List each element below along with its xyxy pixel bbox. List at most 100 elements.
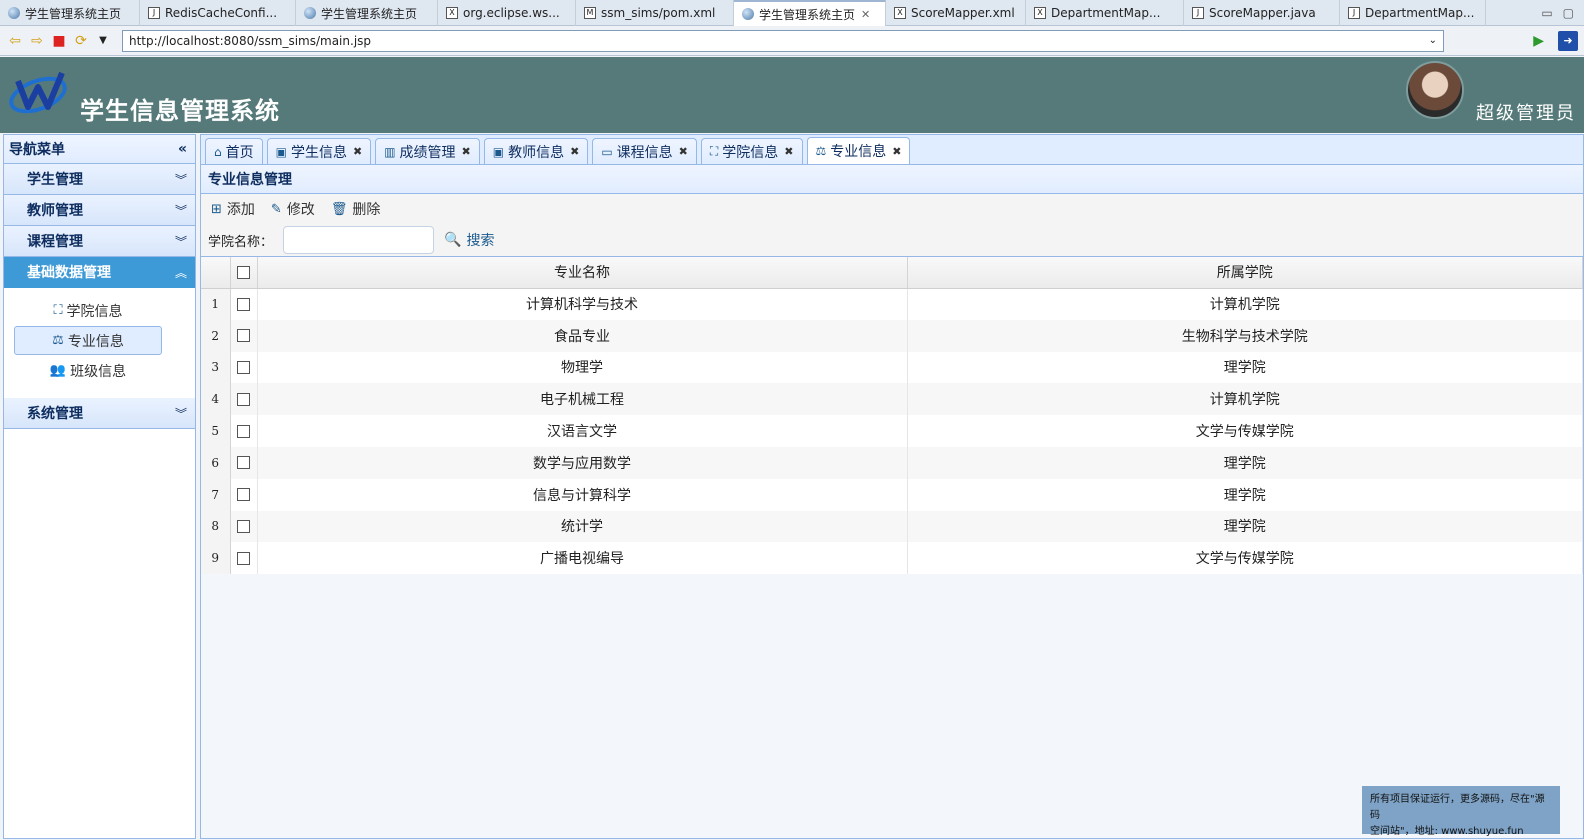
sidebar-group-system[interactable]: 系统管理 ︾ [4, 398, 195, 429]
delete-button[interactable]: 🗑 删除 [331, 199, 381, 219]
close-icon[interactable]: ✖ [462, 145, 471, 158]
editor-tab[interactable]: J ScoreMapper.java [1184, 0, 1340, 26]
close-icon[interactable]: ✖ [784, 145, 793, 158]
tab-college-info[interactable]: ⛶ 学院信息 ✖ [700, 138, 803, 164]
search-label: 学院名称： [208, 234, 274, 250]
xml-file-icon: X [1034, 7, 1046, 19]
avatar[interactable] [1406, 61, 1464, 119]
editor-tab[interactable]: J DepartmentMap... [1340, 0, 1486, 26]
tab-score[interactable]: ▥ 成绩管理 ✖ [375, 138, 480, 164]
close-icon[interactable]: ✖ [353, 145, 362, 158]
major-name-cell: 电子机械工程 [257, 383, 908, 416]
sidebar-group-student[interactable]: 学生管理 ︾ [4, 164, 195, 195]
row-checkbox[interactable] [237, 456, 250, 470]
editor-tab[interactable]: Xorg.eclipse.ws... [438, 0, 576, 26]
table-row[interactable]: 3 物理学 理学院 [201, 351, 1583, 384]
select-all-checkbox[interactable] [237, 265, 250, 279]
user-role: 超级管理员 [1476, 103, 1576, 124]
editor-tab[interactable]: X DepartmentMap... [1026, 0, 1184, 26]
college-cell: 计算机学院 [907, 383, 1583, 416]
bar-chart-icon: ▥ [384, 144, 396, 159]
add-button[interactable]: ⊞ 添加 [211, 199, 255, 219]
refresh-icon[interactable]: ⟳ [72, 32, 90, 50]
search-bar: 学院名称： 🔍 搜索 [200, 224, 1584, 256]
major-name-cell: 广播电视编导 [257, 542, 908, 575]
watermark-line: 所有项目保证运行，更多源码，尽在"源码 [1370, 794, 1545, 821]
main-area: ⌂ 首页 ▣ 学生信息 ✖ ▥ 成绩管理 ✖ ▣ 教师信息 ✖ ▭ 课程信息 ✖ ⛶ 学院信息 ✖ ⚖… [200, 134, 1584, 839]
college-name-input[interactable] [283, 226, 435, 254]
collapse-icon[interactable]: « [178, 141, 187, 157]
tab-student-info[interactable]: ▣ 学生信息 ✖ [266, 138, 372, 164]
tab-home[interactable]: ⌂ 首页 [205, 138, 263, 164]
row-checkbox[interactable] [237, 551, 250, 565]
chevron-down-icon: ︾ [174, 203, 187, 218]
back-icon[interactable]: ⇦ [6, 32, 24, 50]
logo-icon [9, 71, 67, 114]
maximize-icon[interactable]: ▢ [1563, 6, 1574, 20]
row-checkbox[interactable] [237, 519, 250, 533]
users-icon: 👥 [49, 363, 67, 378]
dropdown-icon[interactable]: ▼ [94, 32, 112, 50]
table-row[interactable]: 4 电子机械工程 计算机学院 [201, 383, 1583, 416]
close-icon[interactable]: ✖ [679, 145, 688, 158]
table-row[interactable]: 5 汉语言文学 文学与传媒学院 [201, 415, 1583, 447]
close-icon[interactable]: ✖ [892, 145, 901, 158]
table-row[interactable]: 8 统计学 理学院 [201, 510, 1583, 543]
editor-tab-active[interactable]: 学生管理系统主页 ✕ [734, 0, 886, 26]
table-row[interactable]: 7 信息与计算科学 理学院 [201, 478, 1583, 511]
editor-tab[interactable]: 学生管理系统主页 [0, 0, 140, 26]
home-icon: ⌂ [214, 144, 222, 159]
editor-tab[interactable]: Mssm_sims/pom.xml [576, 0, 734, 26]
sidebar-title: 导航菜单 [9, 142, 65, 158]
row-checkbox[interactable] [237, 360, 250, 374]
tab-teacher-info[interactable]: ▣ 教师信息 ✖ [483, 138, 589, 164]
editor-tab[interactable]: J RedisCacheConfi... [140, 0, 296, 26]
table-row[interactable]: 6 数学与应用数学 理学院 [201, 446, 1583, 479]
sidebar: 导航菜单 « 学生管理 ︾ 教师管理 ︾ 课程管理 ︾ 基础数据管理 ︽ ⛶ 学院信息 ⚖… [3, 134, 196, 839]
minimize-icon[interactable]: ▭ [1541, 6, 1552, 20]
url-input[interactable]: http://localhost:8080/ssm_sims/main.jsp … [122, 29, 1444, 52]
window-controls: ▭ ▢ [1531, 0, 1584, 25]
globe-icon [8, 7, 20, 19]
watermark-notice: 所有项目保证运行，更多源码，尽在"源码 空间站"，地址: www.shuyue.… [1362, 786, 1560, 837]
chevron-down-icon: ︾ [174, 172, 187, 187]
chevron-down-icon: ︾ [174, 234, 187, 249]
row-checkbox[interactable] [237, 488, 250, 502]
row-checkbox[interactable] [237, 424, 250, 438]
table-row[interactable]: 2 食品专业 生物科学与技术学院 [201, 319, 1583, 352]
search-button[interactable]: 🔍 搜索 [444, 230, 494, 250]
chevron-down-icon[interactable]: ⌄ [1429, 35, 1437, 46]
table-row[interactable]: 9 广播电视编导 文学与传媒学院 [201, 542, 1583, 575]
sidebar-group-course[interactable]: 课程管理 ︾ [4, 226, 195, 257]
tab-major-info[interactable]: ⚖ 专业信息 ✖ [806, 137, 911, 164]
college-cell: 计算机学院 [907, 288, 1583, 320]
sidebar-group-body: ⛶ 学院信息 ⚖ 专业信息 👥 班级信息 [4, 288, 195, 398]
row-checkbox[interactable] [237, 392, 250, 406]
edit-button[interactable]: ✎ 修改 [271, 199, 315, 219]
close-icon[interactable]: ✕ [861, 8, 870, 21]
close-icon[interactable]: ✖ [570, 145, 579, 158]
table-row[interactable]: 1 计算机科学与技术 计算机学院 [201, 288, 1583, 320]
sidebar-header: 导航菜单 « [4, 135, 195, 164]
search-icon: 🔍 [444, 232, 462, 248]
column-header-college[interactable]: 所属学院 [907, 257, 1583, 289]
row-checkbox[interactable] [237, 297, 250, 311]
external-browser-icon[interactable]: ➜ [1558, 30, 1578, 51]
watermark-line: 空间站"，地址: www.shuyue.fun [1370, 826, 1524, 837]
chevron-down-icon: ︾ [174, 406, 187, 421]
sidebar-group-basic-data[interactable]: 基础数据管理 ︽ [4, 257, 195, 288]
sidebar-item-class[interactable]: 👥 班级信息 [14, 356, 162, 385]
sidebar-item-major[interactable]: ⚖ 专业信息 [14, 326, 162, 355]
editor-tab[interactable]: 学生管理系统主页 [296, 0, 438, 26]
stop-icon[interactable]: ■ [50, 32, 68, 50]
tab-course-info[interactable]: ▭ 课程信息 ✖ [592, 138, 697, 164]
row-checkbox[interactable] [237, 329, 250, 343]
editor-tab[interactable]: X ScoreMapper.xml [886, 0, 1026, 26]
column-header-major[interactable]: 专业名称 [257, 257, 908, 289]
balance-scale-icon: ⚖ [815, 144, 827, 158]
sidebar-item-college[interactable]: ⛶ 学院信息 [14, 296, 162, 325]
sidebar-group-teacher[interactable]: 教师管理 ︾ [4, 195, 195, 226]
forward-icon[interactable]: ⇨ [28, 32, 46, 50]
go-icon[interactable]: ▶ [1533, 33, 1544, 49]
xml-file-icon: X [446, 7, 458, 19]
